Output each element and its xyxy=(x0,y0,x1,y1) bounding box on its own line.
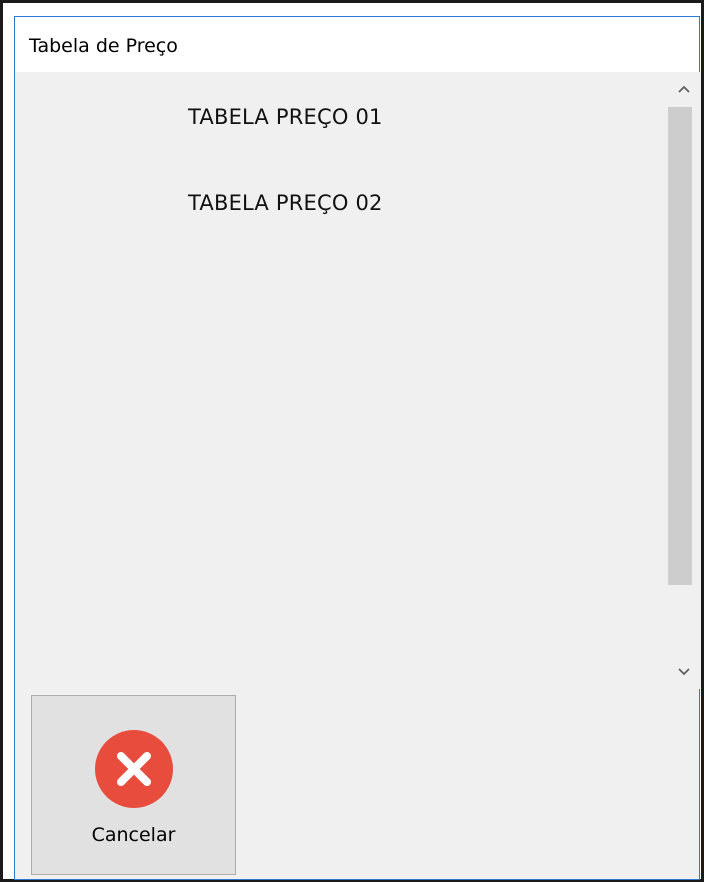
screenshot-frame: Tabela de Preço TABELA PREÇO 01 TABELA P… xyxy=(0,0,704,882)
chevron-down-icon xyxy=(678,668,690,676)
price-table-list[interactable]: TABELA PREÇO 01 TABELA PREÇO 02 xyxy=(15,72,701,690)
cancel-button[interactable]: Cancelar xyxy=(31,695,236,875)
list-item[interactable]: TABELA PREÇO 02 xyxy=(188,191,383,215)
close-circle-icon xyxy=(95,730,173,808)
list-item[interactable]: TABELA PREÇO 01 xyxy=(188,105,383,129)
chevron-up-icon xyxy=(678,85,690,93)
vertical-scrollbar[interactable] xyxy=(667,72,701,689)
price-table-dialog: Tabela de Preço TABELA PREÇO 01 TABELA P… xyxy=(14,16,701,880)
title-bar: Tabela de Preço xyxy=(15,17,699,72)
scroll-thumb[interactable] xyxy=(668,107,692,585)
scroll-up-button[interactable] xyxy=(667,72,701,106)
window-title: Tabela de Preço xyxy=(29,35,178,57)
scroll-down-button[interactable] xyxy=(667,655,701,689)
cancel-button-label: Cancelar xyxy=(91,824,176,846)
